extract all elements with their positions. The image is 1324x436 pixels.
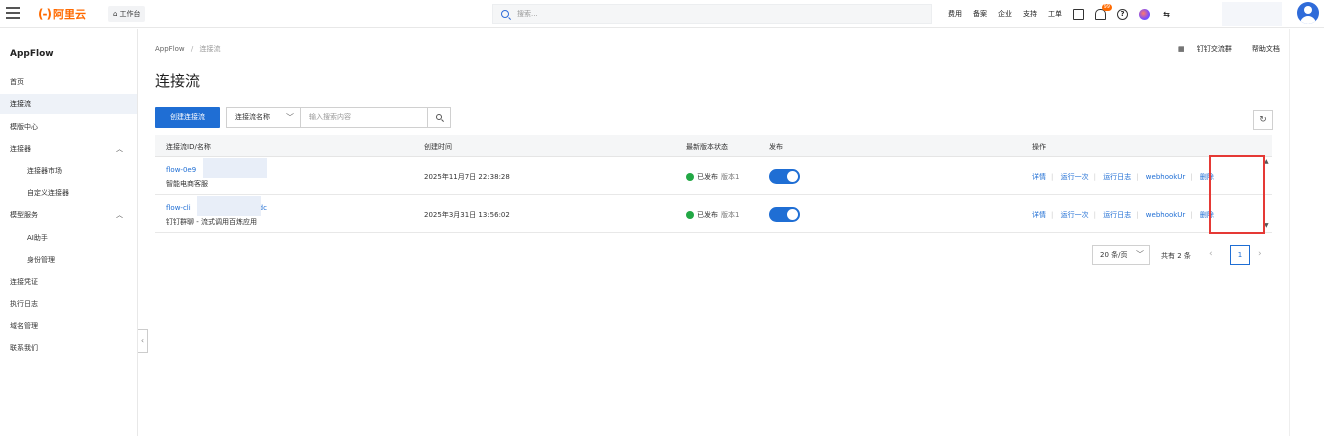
chevron-up-icon: ︿ [116, 211, 123, 219]
top-bar: (-) 阿里云 ⌂ 工作台 搜索... 费用 备案 企业 支持 工单 99 ? … [0, 0, 1324, 28]
flow-name: 智能电商客服 [166, 180, 208, 188]
redaction-mask [203, 158, 267, 178]
refresh-button[interactable]: ↻ [1253, 110, 1273, 130]
webhook-link[interactable]: webhookUr [1146, 211, 1186, 219]
sidebar-item-custom-connector[interactable]: 自定义连接器 [0, 183, 137, 203]
redaction-mask [197, 196, 261, 216]
filter-field-select[interactable]: 连接流名称 ﹀ [226, 107, 301, 128]
publish-toggle[interactable] [769, 207, 800, 222]
top-nav: 费用 备案 企业 支持 工单 99 ? ⇆ [948, 0, 1183, 28]
run-once-link[interactable]: 运行一次 [1061, 173, 1089, 181]
nav-support[interactable]: 支持 [1023, 9, 1037, 19]
help-docs-link[interactable]: 帮助文档 [1252, 44, 1280, 54]
sidebar-collapse-button[interactable]: ‹ [138, 329, 148, 353]
sidebar-item-templates[interactable]: 模版中心 [0, 117, 137, 137]
created-time: 2025年3月31日 13:56:02 [424, 211, 510, 219]
success-dot-icon [686, 211, 694, 219]
chevron-down-icon: ﹀ [1136, 250, 1144, 259]
nav-ticket[interactable]: 工单 [1048, 9, 1062, 19]
row-actions: 详情 | 运行一次 | 运行日志 | webhookUr | 删除 [1032, 211, 1214, 219]
page-number-button[interactable]: 1 [1230, 245, 1250, 265]
prev-page-icon[interactable]: ‹ [1209, 249, 1213, 259]
notification-badge: 99 [1101, 3, 1112, 11]
total-count: 共有 2 条 [1161, 252, 1191, 260]
highlight-annotation-box [1209, 155, 1265, 234]
detail-link[interactable]: 详情 [1032, 173, 1046, 181]
table-row: flow-cli ldc 钉钉群聊 - 流式调用百炼应用 2025年3月31日 1… [155, 196, 1272, 233]
ai-assistant-icon[interactable] [1139, 8, 1150, 20]
sidebar-item-exec-log[interactable]: 执行日志 [0, 294, 137, 314]
screen-icon[interactable] [1073, 8, 1084, 20]
breadcrumb-root[interactable]: AppFlow [155, 45, 185, 53]
sidebar-item-ai-assistant[interactable]: AI助手 [0, 228, 137, 248]
dingtalk-group-link[interactable]: ▦ 钉钉交流群 [1178, 44, 1242, 54]
col-status: 最新版本状态 [686, 143, 728, 151]
top-links: ▦ 钉钉交流群 帮助文档 [1178, 44, 1290, 54]
breadcrumb: AppFlow / 连接流 [155, 45, 221, 53]
sidebar-item-flows[interactable]: 连接流 [0, 94, 137, 114]
col-created: 创建时间 [424, 143, 452, 151]
search-button[interactable] [427, 107, 451, 128]
sidebar-item-model-service[interactable]: 模型服务 ︿ [0, 205, 137, 225]
col-id-name: 连接流ID/名称 [166, 143, 211, 151]
detail-link[interactable]: 详情 [1032, 211, 1046, 219]
sidebar-item-connectors[interactable]: 连接器 ︿ [0, 139, 137, 159]
col-ops: 操作 [1032, 143, 1046, 151]
user-name-area[interactable] [1222, 2, 1282, 26]
nav-enterprise[interactable]: 企业 [998, 9, 1012, 19]
run-log-link[interactable]: 运行日志 [1103, 211, 1131, 219]
avatar[interactable] [1297, 2, 1319, 24]
help-icon[interactable]: ? [1117, 8, 1128, 20]
breadcrumb-current: 连接流 [199, 45, 221, 53]
search-icon [436, 114, 442, 120]
sidebar-item-home[interactable]: 首页 [0, 72, 137, 92]
global-search-input[interactable]: 搜索... [492, 4, 932, 24]
nav-billing[interactable]: 费用 [948, 9, 962, 19]
aliyun-logo[interactable]: (-) 阿里云 [38, 6, 86, 22]
menu-icon[interactable] [6, 7, 20, 19]
flow-name: 钉钉群聊 - 流式调用百炼应用 [166, 218, 257, 226]
success-dot-icon [686, 173, 694, 181]
sidebar-item-domains[interactable]: 域名管理 [0, 316, 137, 336]
language-icon[interactable]: ⇆ [1161, 9, 1172, 20]
create-flow-button[interactable]: 创建连接流 [155, 107, 220, 128]
status-badge: 已发布 版本1 [686, 172, 739, 182]
chevron-down-icon: ﹀ [286, 113, 294, 122]
sidebar-title: AppFlow [10, 49, 54, 59]
nav-icp[interactable]: 备案 [973, 9, 987, 19]
dingtalk-icon: ▦ [1178, 45, 1187, 53]
page-title: 连接流 [155, 72, 201, 90]
col-publish: 发布 [769, 143, 783, 151]
page-size-select[interactable]: 20 条/页 ﹀ [1092, 245, 1150, 265]
webhook-link[interactable]: webhookUr [1146, 173, 1186, 181]
flow-search-input[interactable]: 输入搜索内容 [300, 107, 428, 128]
home-icon: ⌂ [113, 10, 118, 18]
workbench-button[interactable]: ⌂ 工作台 [108, 6, 146, 22]
run-once-link[interactable]: 运行一次 [1061, 211, 1089, 219]
next-page-icon[interactable]: › [1258, 249, 1262, 259]
sidebar-item-identity[interactable]: 身份管理 [0, 250, 137, 270]
table-row: flow-0e91f 智能电商客服 2025年11月7日 22:38:28 已发… [155, 158, 1272, 195]
run-log-link[interactable]: 运行日志 [1103, 173, 1131, 181]
sidebar: AppFlow 首页 连接流 模版中心 连接器 ︿ 连接器市场 自定义连接器 模型… [0, 29, 138, 436]
sidebar-item-contact[interactable]: 联系我们 [0, 338, 137, 358]
chevron-up-icon: ︿ [116, 145, 123, 153]
search-icon [501, 10, 509, 18]
divider [1289, 29, 1290, 436]
publish-toggle[interactable] [769, 169, 800, 184]
sidebar-item-connector-market[interactable]: 连接器市场 [0, 161, 137, 181]
refresh-icon: ↻ [1259, 115, 1267, 125]
row-actions: 详情 | 运行一次 | 运行日志 | webhookUr | 删除 [1032, 173, 1214, 181]
sidebar-item-credentials[interactable]: 连接凭证 [0, 272, 137, 292]
table-header: 连接流ID/名称 创建时间 最新版本状态 发布 操作 [155, 135, 1272, 157]
created-time: 2025年11月7日 22:38:28 [424, 173, 510, 181]
bell-icon[interactable]: 99 [1095, 3, 1112, 20]
status-badge: 已发布 版本1 [686, 210, 739, 220]
